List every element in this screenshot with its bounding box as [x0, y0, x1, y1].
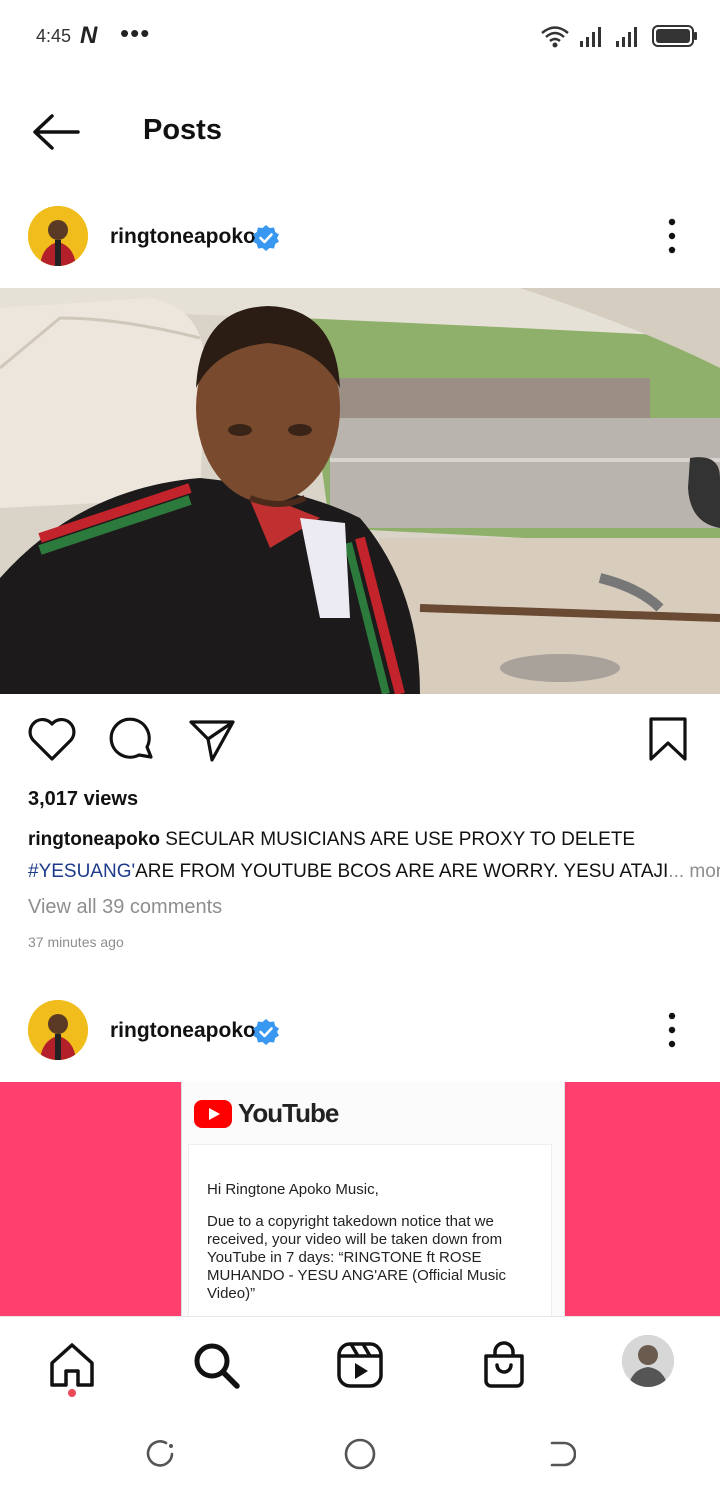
caption-text: ARE FROM YOUTUBE BCOS ARE ARE WORRY. YES…	[135, 861, 669, 882]
status-time: 4:45	[36, 26, 72, 46]
caption-username[interactable]: ringtoneapoko	[28, 829, 160, 850]
verified-badge-icon	[253, 225, 279, 251]
views-count[interactable]: 3,017 views	[28, 788, 138, 811]
post-options-icon[interactable]	[662, 1010, 682, 1050]
battery-icon	[652, 25, 697, 47]
post-photo-car-selfie	[0, 288, 720, 694]
more-notifications-icon: •••	[120, 18, 151, 48]
youtube-play-icon	[194, 1099, 232, 1128]
caption-hashtag[interactable]: #YESUANG'	[28, 861, 135, 882]
avatar[interactable]	[28, 1000, 88, 1060]
status-bar: 4:45 N •••	[0, 0, 720, 70]
system-indicators	[540, 22, 698, 50]
share-paper-plane-icon[interactable]	[186, 714, 238, 766]
youtube-wordmark: YouTube	[238, 1098, 339, 1128]
bottom-navigation	[0, 1316, 720, 1409]
post-image[interactable]	[0, 288, 720, 694]
avatar[interactable]	[28, 206, 88, 266]
signal-icon	[580, 27, 601, 47]
recent-apps-icon[interactable]	[144, 1438, 176, 1470]
system-navigation-bar	[0, 1408, 720, 1500]
signal-icon	[616, 27, 637, 47]
shopping-bag-icon[interactable]	[480, 1341, 528, 1389]
page-title: Posts	[143, 114, 222, 146]
comment-bubble-icon[interactable]	[106, 714, 158, 766]
news-app-badge-icon: N	[80, 22, 98, 49]
home-notification-dot	[68, 1389, 76, 1397]
search-icon[interactable]	[192, 1341, 240, 1389]
like-heart-icon[interactable]	[26, 714, 78, 766]
email-body: Hi Ringtone Apoko Music, Due to a copyri…	[188, 1144, 552, 1318]
post-caption: ringtoneapoko SECULAR MUSICIANS ARE USE …	[28, 824, 720, 888]
back-arrow-icon[interactable]	[30, 112, 82, 152]
home-circle-icon[interactable]	[342, 1436, 378, 1472]
post-timestamp: 37 minutes ago	[28, 934, 124, 950]
email-greeting: Hi Ringtone Apoko Music,	[207, 1181, 379, 1198]
youtube-logo: YouTube	[194, 1098, 339, 1129]
caption-text: SECULAR MUSICIANS ARE USE PROXY TO DELET…	[165, 829, 636, 850]
save-bookmark-icon[interactable]	[642, 714, 694, 766]
caption-more-link[interactable]: ... more	[668, 861, 720, 882]
view-comments-link[interactable]: View all 39 comments	[28, 896, 222, 919]
post-image[interactable]: YouTube Hi Ringtone Apoko Music, Due to …	[0, 1082, 720, 1318]
post-username[interactable]: ringtoneapoko	[110, 1019, 256, 1043]
profile-person-icon	[622, 1335, 674, 1387]
post-username[interactable]: ringtoneapoko	[110, 225, 256, 249]
email-message: Due to a copyright takedown notice that …	[207, 1213, 507, 1302]
avatar-person-icon	[28, 206, 88, 266]
youtube-email-card: YouTube Hi Ringtone Apoko Music, Due to …	[181, 1082, 565, 1318]
wifi-icon	[541, 26, 569, 48]
reels-icon[interactable]	[336, 1341, 384, 1389]
verified-badge-icon	[253, 1019, 279, 1045]
back-nav-icon[interactable]	[544, 1438, 576, 1470]
avatar-person-icon	[28, 1000, 88, 1060]
profile-avatar[interactable]	[622, 1335, 674, 1387]
post-options-icon[interactable]	[662, 216, 682, 256]
home-icon[interactable]	[48, 1341, 96, 1389]
